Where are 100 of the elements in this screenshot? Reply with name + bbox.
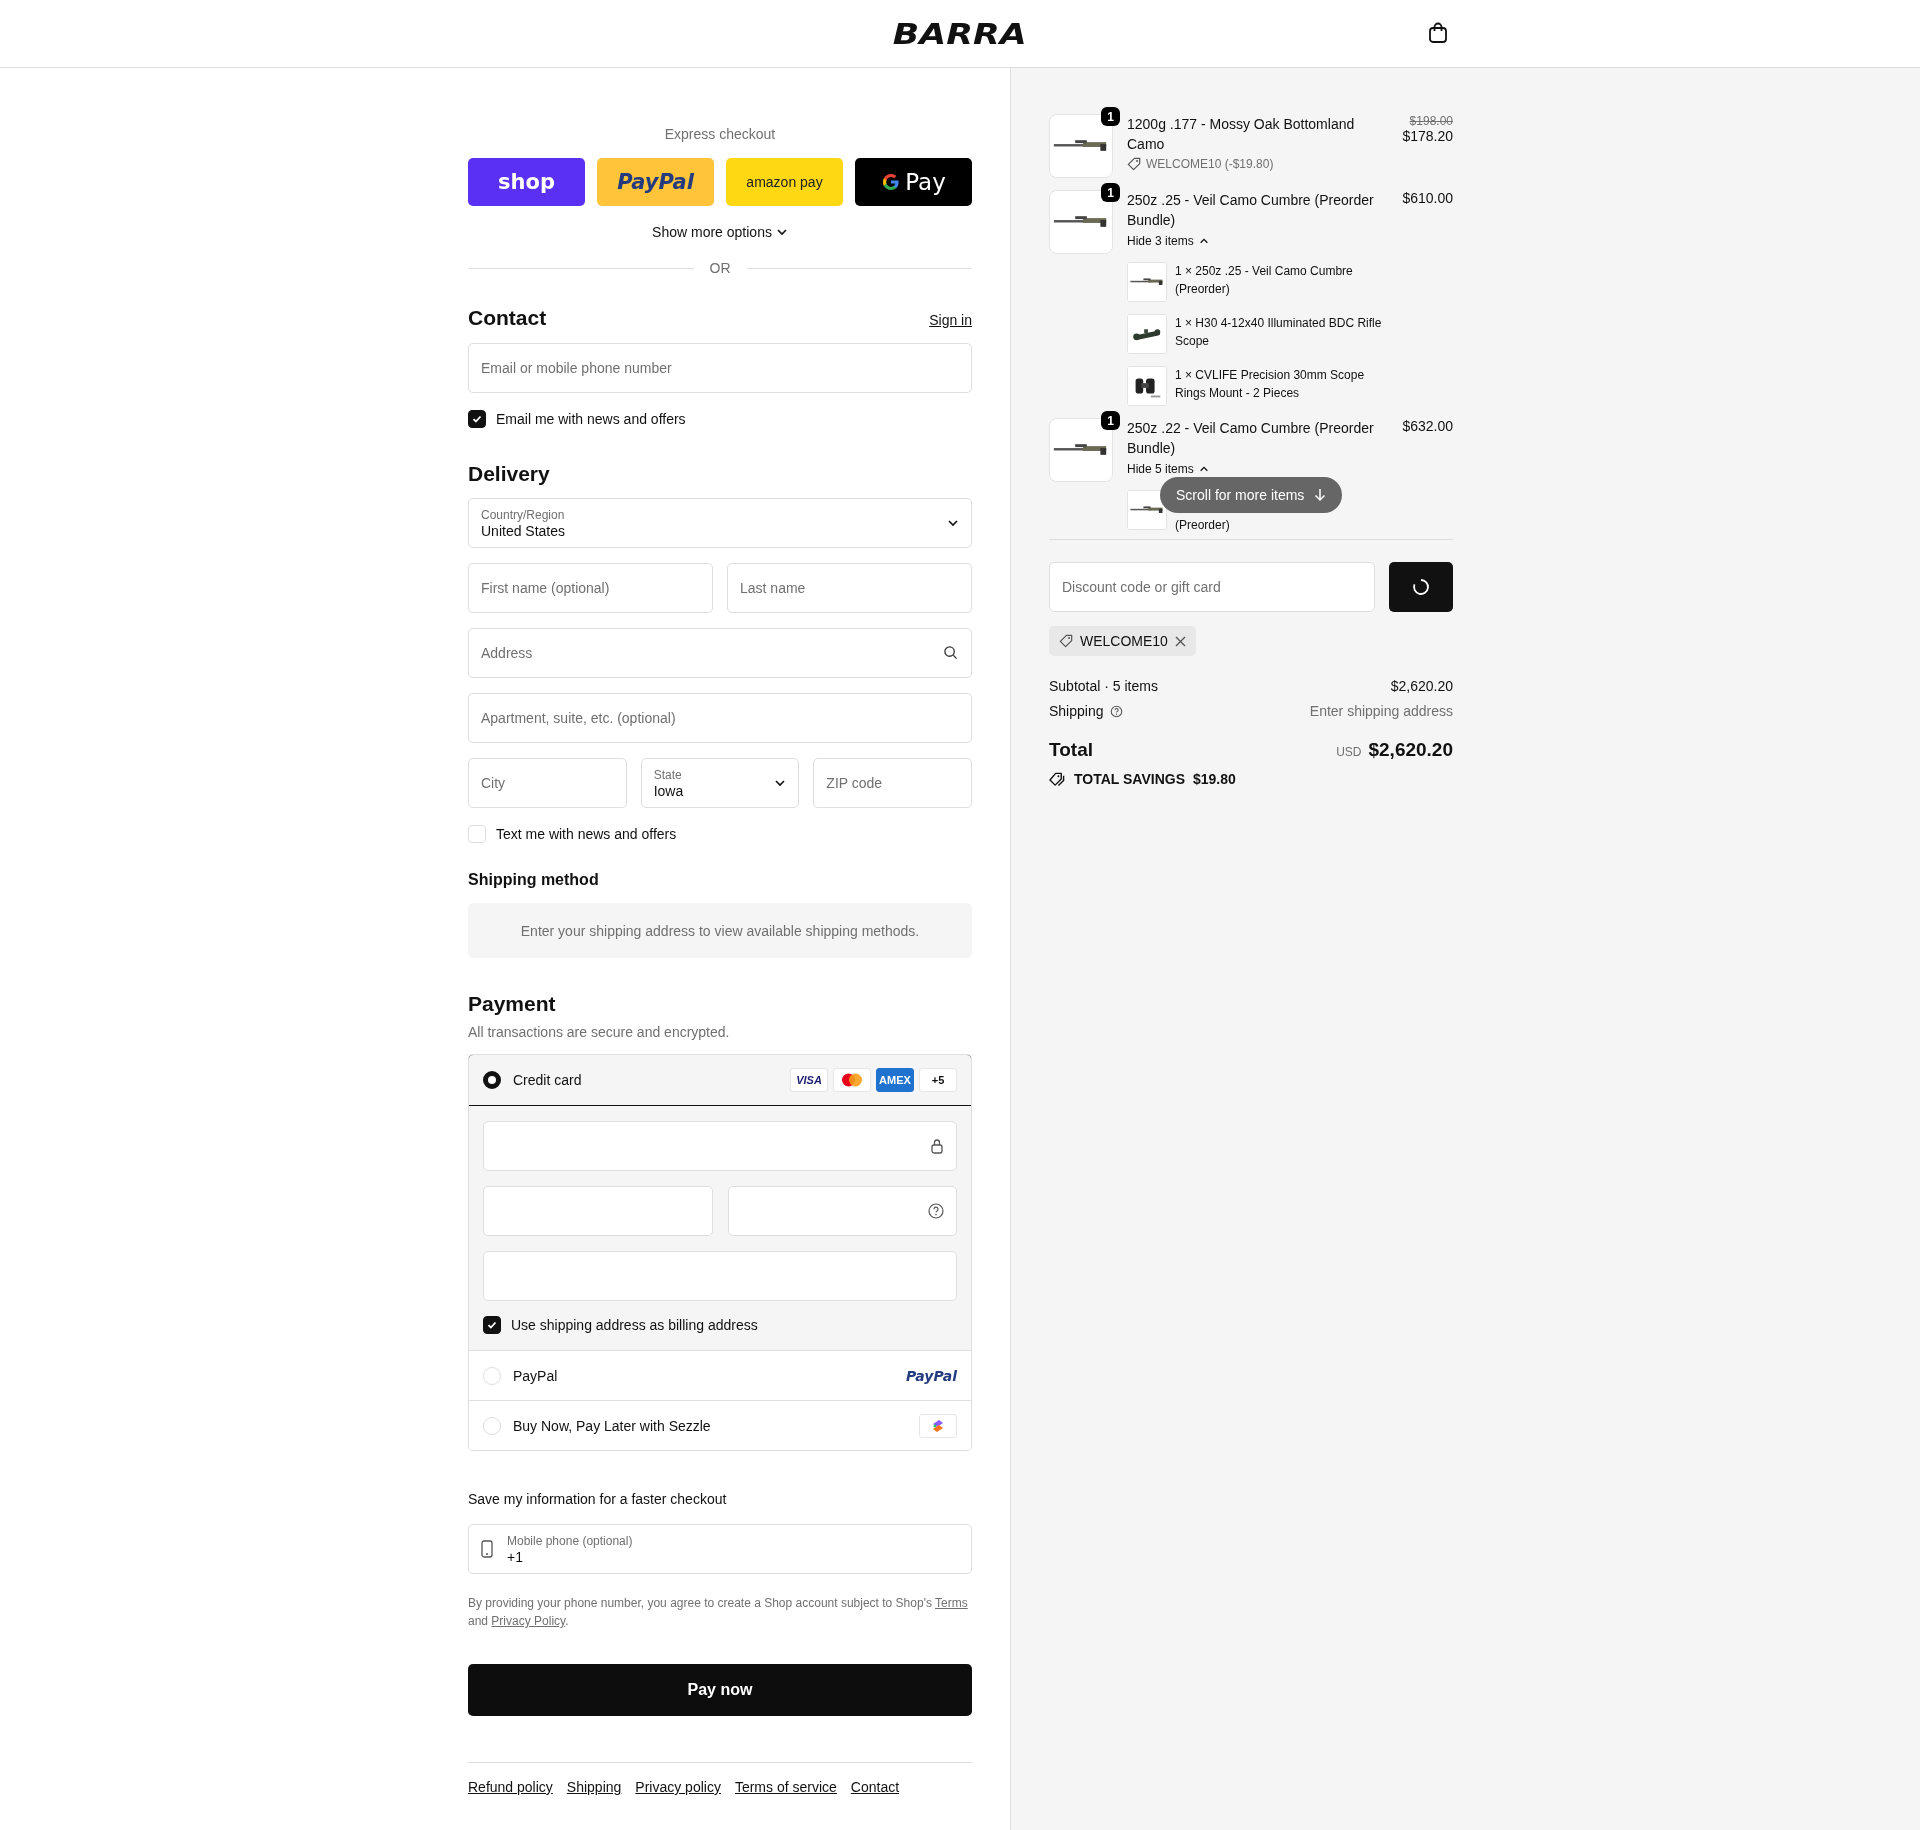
section-label: Express checkout bbox=[664, 126, 776, 142]
discount-label: WELCOME10 (-$19.80) bbox=[1146, 157, 1274, 171]
name-on-card-field[interactable] bbox=[483, 1251, 957, 1301]
phone-icon bbox=[481, 1540, 493, 1558]
checkbox[interactable] bbox=[468, 410, 486, 428]
sign-in-link[interactable]: Sign in bbox=[929, 312, 972, 328]
footer-link[interactable]: Shipping bbox=[566, 1779, 622, 1795]
show-more-button[interactable]: Show more options bbox=[652, 224, 788, 240]
product-price: $610.00 bbox=[1402, 190, 1453, 206]
section-subtitle: All transactions are secure and encrypted. bbox=[468, 1024, 731, 1040]
currency-code: USD bbox=[1336, 745, 1362, 759]
radio-button[interactable] bbox=[483, 1071, 501, 1089]
google-g-icon bbox=[881, 172, 902, 192]
product-price: $632.00 bbox=[1402, 418, 1453, 434]
lock-icon bbox=[930, 1138, 944, 1154]
section-title: Shipping method bbox=[468, 871, 600, 889]
payment-option-label: Buy Now, Pay Later with Sezzle bbox=[513, 1417, 711, 1434]
security-code-field[interactable] bbox=[727, 1186, 957, 1236]
address-field[interactable]: Address bbox=[468, 628, 972, 678]
help-icon bbox=[1109, 704, 1123, 718]
card-brand: AMEX bbox=[876, 1068, 914, 1092]
card-brand: VISA bbox=[790, 1068, 828, 1092]
tag-icon bbox=[1127, 157, 1141, 171]
text-field[interactable]: City bbox=[468, 758, 627, 808]
close-icon[interactable] bbox=[1174, 635, 1186, 647]
summary-label: Subtotal · 5 items bbox=[1049, 678, 1158, 694]
info-message: Enter your shipping address to view available shipping methods. bbox=[468, 903, 972, 958]
component-title: 1 × CVLIFE Precision 30mm Scope Rings Mount - 2 Pieces bbox=[1175, 367, 1366, 402]
state-select[interactable]: State Iowa bbox=[640, 758, 800, 808]
help-icon bbox=[928, 1203, 944, 1219]
section-title: Delivery bbox=[468, 462, 551, 486]
toggle-bundle-button[interactable]: Hide 3 items bbox=[1127, 234, 1209, 248]
quantity-badge: 1 bbox=[1101, 107, 1120, 126]
search-icon bbox=[943, 645, 958, 660]
section-title: Save my information for a faster checkout bbox=[468, 1491, 728, 1507]
checkmark-icon bbox=[471, 413, 483, 425]
apply-button[interactable] bbox=[1389, 562, 1453, 612]
summary-label: Shipping bbox=[1049, 703, 1104, 719]
section-title: Contact bbox=[468, 306, 547, 330]
text-field[interactable]: Last name bbox=[727, 563, 972, 613]
summary-value: Enter shipping address bbox=[1309, 703, 1453, 719]
summary-value: $2,620.20 bbox=[1390, 678, 1453, 694]
tags-icon bbox=[1049, 771, 1066, 787]
product-title: 250z .25 - Veil Camo Cumbre (Preorder Bundle) bbox=[1127, 191, 1375, 230]
discount-tag: WELCOME10 bbox=[1049, 626, 1196, 656]
pay-now-button[interactable]: Pay now bbox=[468, 1664, 972, 1716]
shop-button[interactable]: shop bbox=[468, 158, 585, 206]
total-amount: $2,620.20 bbox=[1368, 739, 1453, 761]
store-logo: BARRA bbox=[893, 17, 1027, 50]
text-link[interactable]: Terms bbox=[935, 1596, 968, 1610]
quantity-badge: 1 bbox=[1101, 411, 1120, 430]
discount-field[interactable]: Discount code or gift card bbox=[1049, 562, 1375, 612]
checkbox-label: Text me with news and offers bbox=[496, 826, 677, 842]
footer-link[interactable]: Privacy policy bbox=[635, 1779, 721, 1795]
text-field[interactable]: ZIP code bbox=[813, 758, 972, 808]
checkbox[interactable] bbox=[483, 1316, 501, 1334]
card-brand-icon bbox=[833, 1068, 871, 1092]
expiry-field[interactable] bbox=[483, 1186, 713, 1236]
section-title: Payment bbox=[468, 992, 557, 1016]
sezzle-icon bbox=[919, 1413, 957, 1438]
card-number-field[interactable] bbox=[483, 1121, 957, 1171]
email-field[interactable]: Email or mobile phone number bbox=[468, 343, 972, 393]
paypal-button[interactable]: PayPal bbox=[597, 158, 714, 206]
quantity-badge: 1 bbox=[1101, 183, 1120, 202]
component-title: (Preorder) bbox=[1175, 517, 1230, 534]
chevron-icon bbox=[774, 777, 787, 789]
loading-spinner-icon bbox=[1411, 577, 1431, 597]
product-title: 250z .22 - Veil Camo Cumbre (Preorder Bundle) bbox=[1127, 419, 1375, 458]
card-brand: +5 bbox=[919, 1068, 957, 1092]
chevron-icon bbox=[947, 517, 959, 529]
payment-option-label: PayPal bbox=[513, 1367, 558, 1384]
product-title: 1200g .177 - Mossy Oak Bottomland Camo bbox=[1127, 115, 1356, 154]
footer-link[interactable]: Terms of service bbox=[734, 1779, 837, 1795]
total-label: Total bbox=[1049, 739, 1093, 761]
footer-link[interactable]: Refund policy bbox=[468, 1779, 553, 1795]
arrow-down-icon bbox=[1314, 488, 1327, 502]
checkbox-label: Use shipping address as billing address bbox=[511, 1317, 758, 1333]
checkmark-icon bbox=[486, 1319, 498, 1331]
chevron-icon bbox=[1198, 236, 1209, 246]
savings-label: TOTAL SAVINGS bbox=[1074, 771, 1185, 787]
footer-link[interactable]: Contact bbox=[850, 1779, 900, 1795]
phone-field[interactable]: Mobile phone (optional) +1 bbox=[468, 1524, 972, 1574]
toggle-bundle-button[interactable]: Hide 5 items bbox=[1127, 462, 1209, 476]
component-title: 1 × H30 4-12x40 Illuminated BDC Rifle Scope bbox=[1175, 315, 1383, 350]
cart-icon[interactable] bbox=[1428, 22, 1448, 44]
original-price: $198.00 bbox=[1409, 114, 1453, 128]
paypal-logo: PayPal bbox=[905, 1367, 957, 1384]
checkbox-label: Email me with news and offers bbox=[496, 411, 686, 427]
gpay-button[interactable]: Pay bbox=[855, 158, 972, 206]
scroll-hint-button[interactable]: Scroll for more items bbox=[1160, 477, 1343, 513]
savings-amount: $19.80 bbox=[1193, 771, 1236, 787]
payment-option-label: Credit card bbox=[513, 1072, 582, 1088]
amazon-button[interactable]: amazon pay bbox=[726, 158, 843, 206]
country-select[interactable]: Country/Region United States bbox=[468, 498, 972, 548]
chevron-icon bbox=[1198, 464, 1209, 474]
tag-icon bbox=[1059, 634, 1073, 648]
chevron-icon bbox=[775, 226, 788, 238]
text-field[interactable]: First name (optional) bbox=[468, 563, 713, 613]
text-field[interactable]: Apartment, suite, etc. (optional) bbox=[468, 693, 972, 743]
product-price: $178.20 bbox=[1402, 128, 1453, 144]
